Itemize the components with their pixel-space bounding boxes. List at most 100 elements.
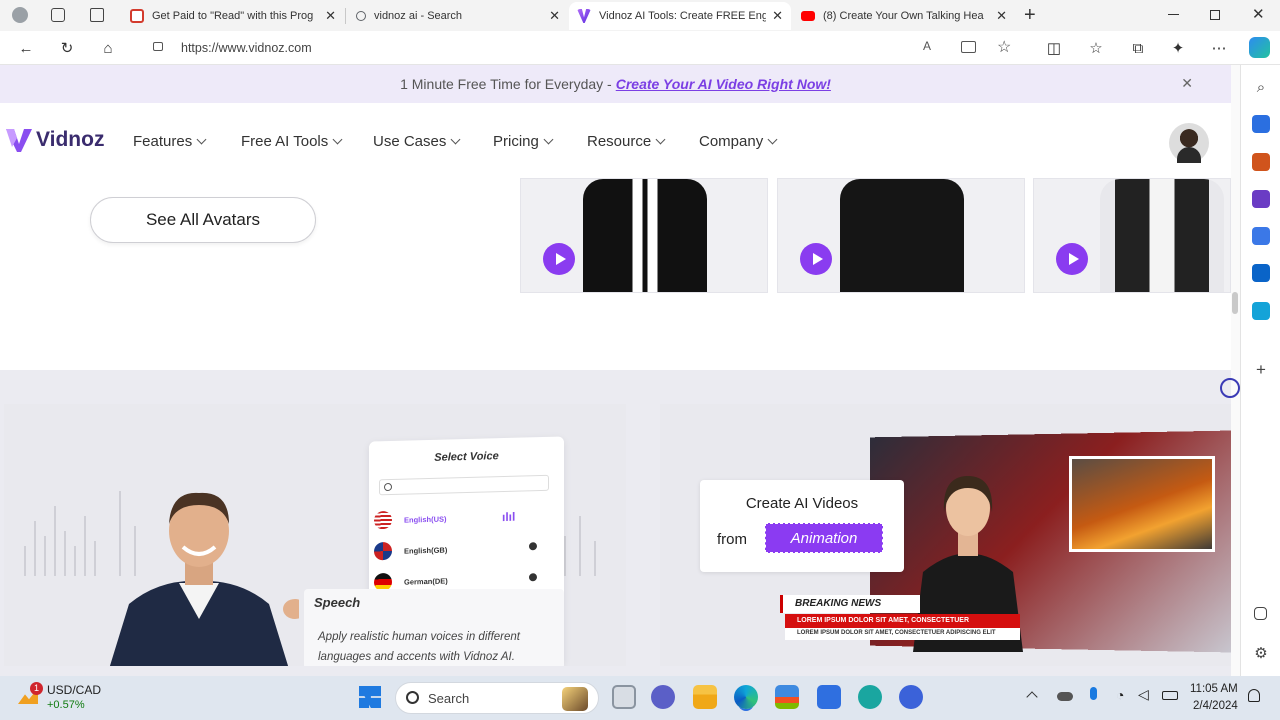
home-icon[interactable]: ⌂ [98,38,118,58]
scrollbar-thumb[interactable] [1232,292,1238,314]
chevron-up-icon[interactable] [1026,691,1038,703]
tab-youtube[interactable]: (8) Create Your Own Talking Hea ✕ [793,2,1015,30]
url-text[interactable]: https://www.vidnoz.com [181,41,312,55]
mcafee-icon[interactable] [817,685,841,709]
chevron-down-icon [196,134,207,145]
sidebar-toggle-icon[interactable] [1254,607,1267,620]
drop-icon[interactable] [1252,302,1270,320]
play-icon[interactable] [800,243,832,275]
restore-icon[interactable] [1210,10,1220,20]
nav-use-cases[interactable]: Use Cases [373,133,461,150]
tools-icon[interactable] [1252,153,1270,171]
speech-feature-card[interactable]: Select Voice English(US) ılıl English(GB… [4,404,626,666]
file-explorer-icon[interactable] [693,685,717,709]
games-icon[interactable] [1252,190,1270,208]
web-page: 1 Minute Free Time for Everyday - Create… [0,65,1240,676]
extensions-icon[interactable]: ✦ [1168,38,1188,58]
start-icon[interactable] [359,686,381,708]
brand-name: Vidnoz [36,128,105,151]
select-voice-title: Select Voice [434,450,499,464]
user-avatar[interactable] [1169,123,1209,163]
volume-icon[interactable]: ◁ [1138,686,1149,703]
see-all-avatars-button[interactable]: See All Avatars [90,197,316,243]
avatar-card[interactable] [777,178,1025,293]
voice-option[interactable]: English(US) ılıl [374,509,515,531]
nav-features[interactable]: Features [133,133,207,150]
nav-resource[interactable]: Resource [587,133,666,150]
address-bar[interactable]: https://www.vidnoz.com A ☆ [135,34,1035,62]
avatar-image [1100,179,1224,292]
settings-icon[interactable]: ⚙ [1252,644,1270,662]
play-icon[interactable] [1056,243,1088,275]
play-icon[interactable] [529,542,537,551]
new-tab-icon[interactable]: + [1024,4,1036,27]
close-tab-icon[interactable]: ✕ [772,8,783,24]
close-icon[interactable]: ✕ [1181,75,1193,92]
more-icon[interactable]: ⋯ [1209,38,1229,58]
tab-title: Get Paid to "Read" with this Prog [152,10,314,22]
animation-feature-card[interactable]: Create AI Videos from Animation BREAKING… [660,404,1231,666]
notifications-icon[interactable] [1248,689,1260,702]
microsoft-365-icon[interactable] [1252,227,1270,245]
lock-icon[interactable] [153,42,163,51]
tab-vidnoz[interactable]: Vidnoz AI Tools: Create FREE Eng ✕ [569,2,791,30]
minimize-icon[interactable] [1168,14,1179,15]
play-icon[interactable] [529,573,537,582]
favorites-icon[interactable]: ☆ [1086,38,1106,58]
favorite-star-icon[interactable]: ☆ [997,37,1011,57]
task-view-icon[interactable] [612,685,636,709]
profile-icon[interactable] [12,7,28,23]
wifi-icon[interactable]: ◔ [1116,687,1124,703]
breaking-news-label: BREAKING NEWS [780,595,920,613]
voice-option[interactable]: English(GB) [374,540,537,562]
nav-free-ai-tools[interactable]: Free AI Tools [241,133,343,150]
close-tab-icon[interactable]: ✕ [549,8,560,24]
speech-caption: Speech Apply realistic human voices in d… [304,589,564,666]
close-tab-icon[interactable]: ✕ [996,8,1007,24]
battery-icon[interactable] [1162,691,1178,700]
tab-search[interactable]: vidnoz ai - Search ✕ [346,2,568,30]
play-icon[interactable] [543,243,575,275]
tab-title: vidnoz ai - Search [374,10,463,22]
vidnoz-logo[interactable]: Vidnoz [4,125,104,155]
chevron-down-icon [655,134,666,145]
outlook-icon[interactable] [1252,264,1270,282]
close-tab-icon[interactable]: ✕ [325,8,336,24]
back-icon[interactable]: ← [16,38,36,58]
taskbar-search[interactable]: Search [395,682,599,714]
nav-company[interactable]: Company [699,133,778,150]
speech-title: Speech [314,595,361,610]
copilot-icon[interactable] [1249,37,1270,58]
nav-pricing[interactable]: Pricing [493,133,554,150]
close-window-icon[interactable]: ✕ [1252,5,1265,23]
search-icon[interactable]: ⌕ [1252,78,1270,96]
avatar-card[interactable] [520,178,768,293]
voice-label: English(US) [404,514,447,525]
add-icon[interactable]: + [1252,360,1270,379]
vpn-icon[interactable] [899,685,923,709]
stocks-widget-icon[interactable]: 1 [18,682,46,710]
clock-time[interactable]: 11:05 AM [1190,683,1238,695]
promo-link[interactable]: Create Your AI Video Right Now! [616,76,831,92]
read-aloud-icon[interactable]: A [923,39,931,53]
app-icon[interactable] [858,685,882,709]
onedrive-icon[interactable] [1057,692,1073,701]
avatar-card[interactable] [1033,178,1231,293]
page-scrollbar[interactable] [1231,65,1240,676]
store-icon[interactable] [775,685,799,709]
shopping-icon[interactable] [1252,115,1270,133]
teams-chat-icon[interactable] [651,685,675,709]
refresh-icon[interactable]: ↻ [57,38,77,58]
split-screen-icon[interactable]: ◫ [1044,38,1064,58]
tab-gmail[interactable]: Get Paid to "Read" with this Prog ✕ [122,2,344,30]
clock-date[interactable]: 2/4/2024 [1193,700,1238,712]
immersive-reader-icon[interactable] [961,41,976,53]
workspaces-icon[interactable] [51,8,65,22]
microphone-icon[interactable] [1090,687,1097,700]
edge-icon[interactable] [734,685,758,709]
voice-search-input[interactable] [379,474,549,496]
collections-icon[interactable]: ⧉ [1128,38,1148,58]
ticker-name[interactable]: USD/CAD [47,683,101,697]
create-ai-videos-box: Create AI Videos from Animation [700,480,904,572]
tab-actions-icon[interactable] [90,8,104,22]
